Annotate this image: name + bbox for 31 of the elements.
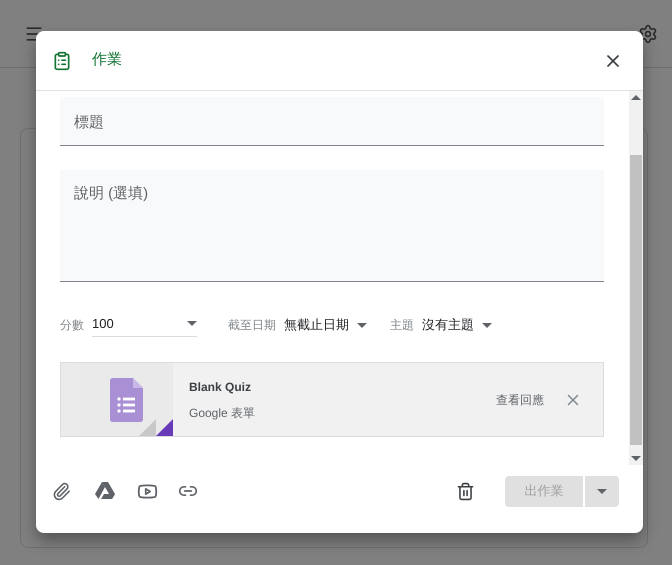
setting-label: 主題 [390,317,414,334]
setting-dropdown[interactable]: 沒有主題 [422,315,492,335]
settings-icon[interactable] [638,24,658,44]
dropdown-caret-icon [597,488,607,494]
trash-icon[interactable] [456,482,475,500]
setting-label: 分數 [60,317,84,334]
dropdown-caret-icon [631,95,641,100]
dropdown-caret-icon [357,322,367,328]
setting-dropdown[interactable]: 無截止日期 [284,315,367,335]
assignment-icon [52,50,72,70]
placeholder-text: 標題 [74,114,104,131]
dropdown-caret-icon [631,456,641,461]
title-field[interactable]: 標題 [60,97,604,146]
scrollbar-thumb[interactable] [630,155,642,445]
placeholder-text: 說明 (選填) [74,185,148,202]
view-responses-link[interactable]: 查看回應 [496,390,544,408]
setting-label: 截至日期 [228,317,276,334]
scrollbar[interactable] [629,91,643,465]
dropdown-caret-icon [187,321,197,326]
dropdown-caret-icon [482,322,492,328]
assign-options-button[interactable] [585,476,619,506]
points-dropdown[interactable]: 100 [92,313,197,337]
attachment-card[interactable]: Blank Quiz Google 表單 查看回應 [60,362,604,437]
corner-fold-drawing [139,419,173,436]
attachment-title: Blank Quiz [189,378,252,396]
dialog-title: 作業 [92,50,122,70]
description-field[interactable]: 說明 (選填) [60,170,604,282]
paperclip-icon[interactable] [52,482,71,500]
form-file-icon [110,378,142,422]
drive-icon[interactable] [95,482,115,500]
attachment-subtitle: Google 表單 [189,404,256,422]
